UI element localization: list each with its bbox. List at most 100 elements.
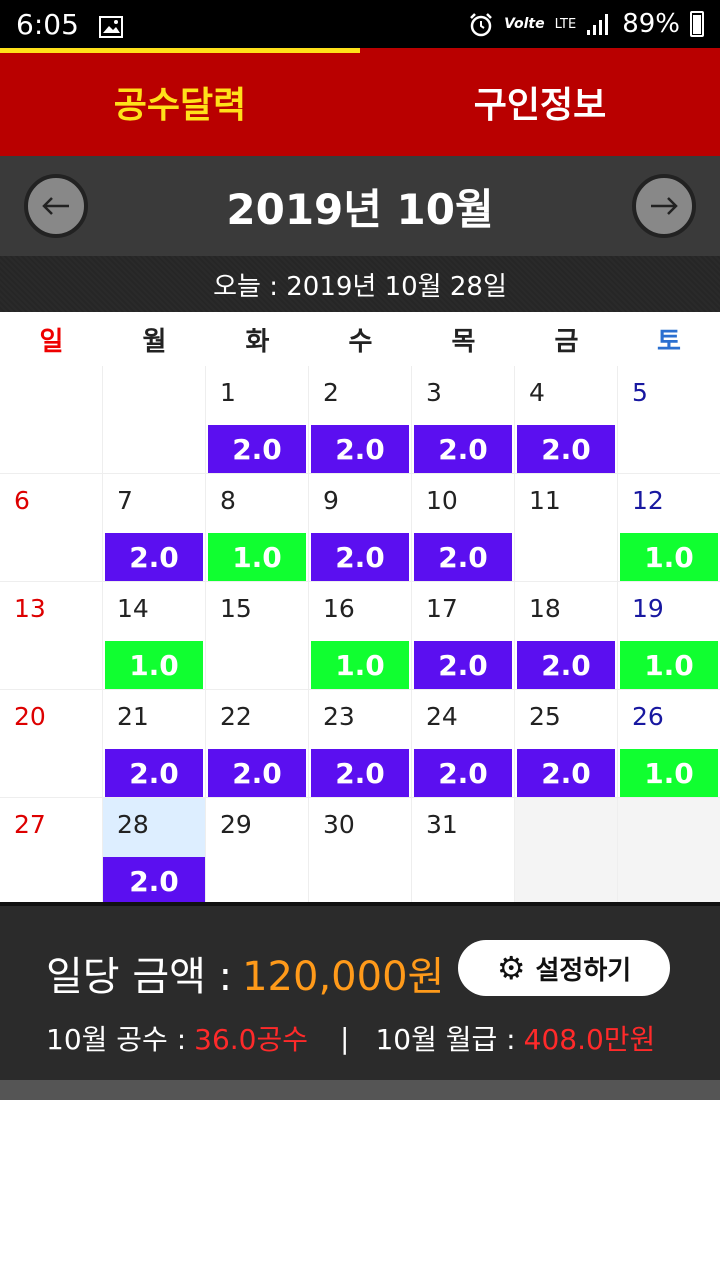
settings-label: 설정하기 [535, 955, 632, 986]
month-header: 2019년 10월 [0, 156, 720, 256]
day-number: 6 [14, 486, 30, 515]
calendar-day-cell[interactable]: 15 [206, 582, 309, 690]
battery-percent: 89% [622, 9, 680, 39]
daily-wage-label: 일당 금액 : [46, 954, 233, 1000]
calendar-day-cell[interactable]: 3 2.0 [412, 366, 515, 474]
work-units-badge: 1.0 [311, 641, 409, 689]
arrow-left-icon [42, 197, 69, 215]
calendar-day-cell[interactable]: 23 2.0 [309, 690, 412, 798]
day-number: 19 [632, 594, 664, 623]
work-units-badge: 2.0 [208, 749, 306, 797]
day-number: 12 [632, 486, 664, 515]
work-units-badge: 2.0 [414, 425, 512, 473]
weekday-header: 일 월 화 수 목 금 토 [0, 312, 720, 366]
calendar-day-cell[interactable]: 14 1.0 [103, 582, 206, 690]
weekday-fri: 금 [554, 326, 579, 357]
volte-icon: Volte [504, 16, 545, 32]
calendar-day-cell[interactable]: 19 1.0 [618, 582, 720, 690]
arrow-right-icon [651, 197, 678, 215]
calendar-day-cell[interactable]: 29 [206, 798, 309, 906]
calendar-week: 27 28 2.0 29 30 31 [0, 798, 720, 906]
calendar-day-cell[interactable]: 13 [0, 582, 103, 690]
calendar-day-cell[interactable]: 22 2.0 [206, 690, 309, 798]
calendar-day-cell[interactable]: 10 2.0 [412, 474, 515, 582]
calendar-day-cell[interactable]: 1 2.0 [206, 366, 309, 474]
status-time: 6:05 [16, 7, 79, 41]
calendar-day-cell[interactable]: 24 2.0 [412, 690, 515, 798]
weekday-tue: 화 [245, 326, 270, 357]
day-number: 17 [426, 594, 458, 623]
day-number: 24 [426, 702, 458, 731]
day-number: 2 [323, 378, 339, 407]
calendar-day-cell[interactable]: 30 [309, 798, 412, 906]
calendar-day-cell[interactable]: 16 1.0 [309, 582, 412, 690]
calendar-day-cell[interactable]: 31 [412, 798, 515, 906]
daily-wage: 일당 금액 : 120,000원 [46, 944, 444, 1002]
day-number: 11 [529, 486, 561, 515]
calendar-day-cell[interactable]: 25 2.0 [515, 690, 618, 798]
calendar-day-cell[interactable]: 2 2.0 [309, 366, 412, 474]
day-number: 28 [117, 810, 149, 839]
daily-wage-amount: 120,000원 [242, 954, 445, 1000]
day-number: 27 [14, 810, 46, 839]
calendar-week: 13 14 1.0 15 16 1.0 17 2.0 18 2.0 19 1.0 [0, 582, 720, 690]
calendar-day-cell[interactable]: 9 2.0 [309, 474, 412, 582]
calendar-grid: 1 2.0 2 2.0 3 2.0 4 2.0 5 6 7 2.0 8 1.0 9 2.0 10 2.0 11 12 1… [0, 366, 720, 906]
day-number: 30 [323, 810, 355, 839]
calendar-day-cell[interactable]: 21 2.0 [103, 690, 206, 798]
image-notification-icon [98, 12, 125, 38]
day-number: 1 [220, 378, 236, 407]
calendar-day-cell[interactable]: 27 [0, 798, 103, 906]
day-number: 18 [529, 594, 561, 623]
calendar-day-cell[interactable]: 18 2.0 [515, 582, 618, 690]
work-units-badge: 2.0 [414, 641, 512, 689]
calendar-day-cell[interactable]: 26 1.0 [618, 690, 720, 798]
calendar-day-cell[interactable]: 28 2.0 [103, 798, 206, 906]
calendar-day-cell[interactable]: 4 2.0 [515, 366, 618, 474]
day-number: 13 [14, 594, 46, 623]
weekday-sun: 일 [39, 326, 64, 357]
calendar-day-cell [618, 798, 720, 906]
calendar-day-cell[interactable]: 17 2.0 [412, 582, 515, 690]
status-bar: 6:05 Volte LTE 89% [0, 0, 720, 48]
day-number: 31 [426, 810, 458, 839]
day-number: 22 [220, 702, 252, 731]
prev-month-button[interactable] [24, 174, 88, 238]
calendar-day-cell[interactable]: 20 [0, 690, 103, 798]
month-salary-label: 10월 월급 : [375, 1023, 516, 1056]
bottom-strip [0, 1080, 720, 1100]
work-units-badge: 2.0 [414, 749, 512, 797]
work-units-badge: 1.0 [620, 641, 718, 689]
day-number: 25 [529, 702, 561, 731]
next-month-button[interactable] [632, 174, 696, 238]
today-label: 오늘 : 2019년 10월 28일 [0, 256, 720, 312]
work-units-badge: 1.0 [105, 641, 203, 689]
gear-icon: ⚙ [496, 949, 526, 987]
stats-separator: | [340, 1021, 350, 1055]
day-number: 14 [117, 594, 149, 623]
tab-calendar[interactable]: 공수달력 [0, 48, 360, 156]
calendar-day-cell[interactable]: 6 [0, 474, 103, 582]
calendar-day-cell[interactable]: 12 1.0 [618, 474, 720, 582]
day-number: 26 [632, 702, 664, 731]
day-number: 29 [220, 810, 252, 839]
weekday-wed: 수 [348, 326, 373, 357]
day-number: 10 [426, 486, 458, 515]
tab-bar: 공수달력 구인정보 [0, 48, 720, 156]
day-number: 3 [426, 378, 442, 407]
work-units-badge: 2.0 [311, 533, 409, 581]
settings-button[interactable]: ⚙ 설정하기 [458, 940, 670, 996]
calendar-day-cell[interactable]: 7 2.0 [103, 474, 206, 582]
day-number: 23 [323, 702, 355, 731]
calendar-day-cell[interactable]: 11 [515, 474, 618, 582]
tab-job-info[interactable]: 구인정보 [360, 48, 720, 156]
work-units-badge: 1.0 [208, 533, 306, 581]
calendar-day-cell[interactable]: 5 [618, 366, 720, 474]
day-number: 9 [323, 486, 339, 515]
work-units-badge: 2.0 [311, 749, 409, 797]
day-number: 20 [14, 702, 46, 731]
calendar-day-cell [0, 366, 103, 474]
calendar-day-cell[interactable]: 8 1.0 [206, 474, 309, 582]
work-units-badge: 2.0 [517, 641, 615, 689]
alarm-icon [468, 12, 494, 37]
